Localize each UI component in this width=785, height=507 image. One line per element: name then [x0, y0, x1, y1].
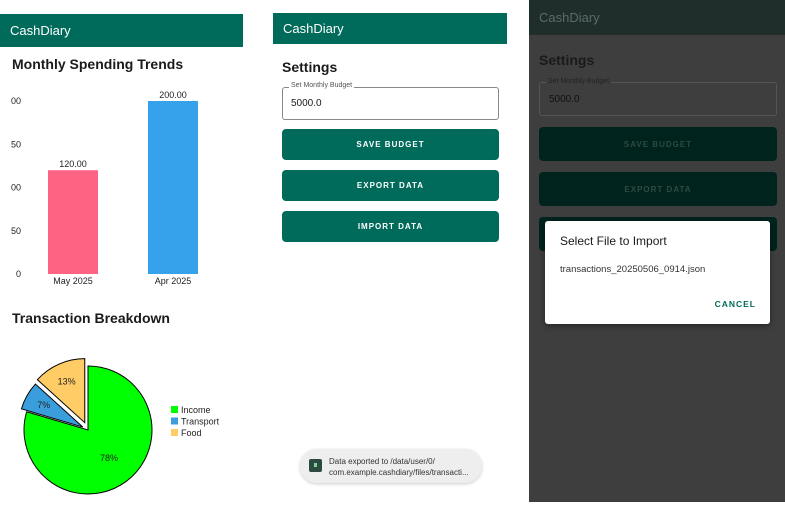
legend-label: Food [181, 428, 202, 438]
app-title: CashDiary [283, 21, 344, 36]
y-tick-label: 50 [11, 226, 21, 236]
y-tick-label: 00 [11, 183, 21, 193]
bar-chart: 0 50 00 50 00 120.00 May 2025 200.00 Apr 2025 [11, 90, 198, 286]
dialog-title: Select File to Import [560, 234, 667, 248]
chart-title: Monthly Spending Trends [12, 56, 184, 72]
app-bar: CashDiary [273, 13, 507, 44]
legend-label: Transport [181, 417, 220, 427]
pie-value-label: 78% [100, 453, 118, 463]
y-tick-label: 0 [16, 269, 21, 279]
app-bar: CashDiary [0, 14, 243, 47]
breakdown-title: Transaction Breakdown [12, 310, 170, 326]
budget-field-value: 5000.0 [549, 94, 580, 105]
export-data-button[interactable]: EXPORT DATA [282, 170, 499, 201]
budget-field: Set Monthly Budget 5000.0 [539, 78, 777, 116]
bar [48, 170, 98, 274]
legend-swatch [171, 406, 178, 413]
legend-swatch [171, 417, 178, 425]
legend-swatch [171, 429, 178, 436]
toast: Data exported to /data/user/0/ com.examp… [300, 449, 482, 483]
budget-field-label: Set Monthly Budget [289, 82, 355, 89]
screen-import-dialog: CashDiary Settings Set Monthly Budget 50… [529, 0, 785, 502]
settings-title: Settings [539, 52, 595, 68]
y-tick-label: 00 [11, 96, 21, 106]
app-bar: CashDiary [529, 0, 785, 35]
import-dialog: Select File to Import transactions_20250… [545, 221, 770, 324]
legend-label: Income [181, 405, 211, 415]
app-icon [309, 459, 322, 472]
import-data-button[interactable]: IMPORT DATA [282, 211, 499, 242]
toast-line-1: Data exported to /data/user/0/ [329, 457, 435, 466]
x-tick-label: Apr 2025 [155, 276, 192, 286]
budget-field[interactable]: Set Monthly Budget 5000.0 [282, 82, 499, 120]
toast-line-2: com.example.cashdiary/files/transacti... [329, 468, 469, 477]
budget-field-value: 5000.0 [291, 98, 322, 109]
screen-settings: CashDiary Settings Set Monthly Budget 50… [265, 0, 515, 507]
app-title: CashDiary [10, 23, 71, 38]
export-data-button: EXPORT DATA [539, 172, 777, 206]
app-title: CashDiary [539, 10, 600, 25]
bar-value-label: 200.00 [159, 90, 187, 100]
settings-title: Settings [282, 59, 338, 75]
x-tick-label: May 2025 [53, 276, 93, 286]
bar-value-label: 120.00 [59, 159, 87, 169]
screen-spending-trends: CashDiary Monthly Spending Trends 0 50 00 5… [0, 0, 245, 507]
save-budget-button: SAVE BUDGET [539, 127, 777, 161]
pie-value-label: 7% [37, 400, 50, 410]
pie-chart: 78% 7% 13% Income TransportFood [20, 358, 220, 495]
save-budget-button[interactable]: SAVE BUDGET [282, 129, 499, 160]
pie-value-label: 13% [58, 377, 76, 387]
cancel-button[interactable]: CANCEL [715, 299, 756, 309]
dialog-file-item[interactable]: transactions_20250506_0914.json [560, 264, 705, 275]
y-tick-label: 50 [11, 139, 21, 149]
bar [148, 101, 198, 274]
budget-field-label: Set Monthly Budget [546, 78, 612, 85]
